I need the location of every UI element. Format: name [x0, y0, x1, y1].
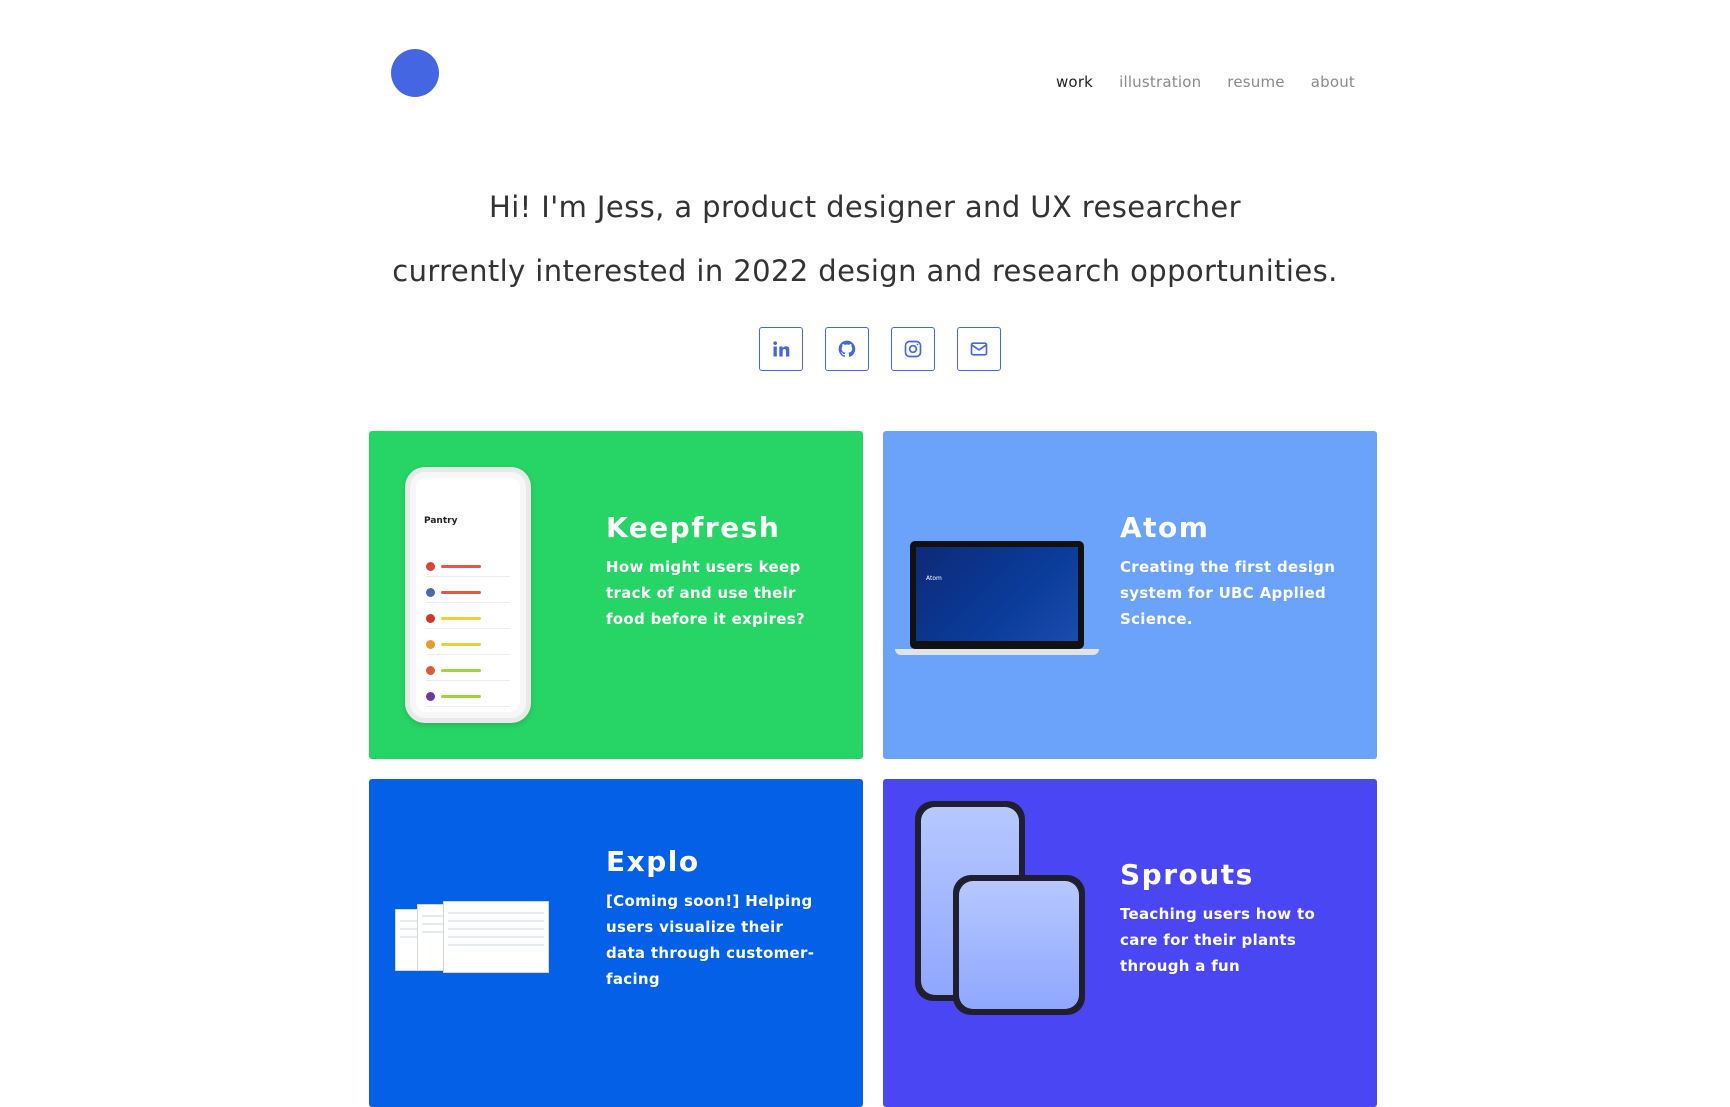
project-card-atom[interactable]: Atom Atom Creating the first design syst… [883, 431, 1377, 759]
explo-sheet-mockup [443, 901, 549, 973]
hero-line-2: currently interested in 2022 design and … [392, 254, 1338, 288]
email-button[interactable] [957, 327, 1001, 371]
pantry-row [426, 608, 510, 629]
atom-screen-title: Atom [926, 575, 942, 582]
project-description: [Coming soon!] Helping users visualize t… [606, 892, 815, 988]
project-title: Atom [1120, 511, 1210, 544]
project-title: Sprouts [1120, 858, 1254, 891]
pantry-row [426, 634, 510, 655]
project-card-keepfresh[interactable]: Pantry Keepfresh How might users keep tr… [369, 431, 863, 759]
linkedin-button[interactable] [759, 327, 803, 371]
pantry-row [426, 660, 510, 681]
instagram-button[interactable] [891, 327, 935, 371]
project-title: Explo [606, 845, 700, 878]
mail-icon [970, 342, 988, 356]
top-nav: work illustration resume about [1056, 73, 1355, 91]
nav-work[interactable]: work [1056, 73, 1093, 91]
github-icon [838, 340, 856, 357]
pantry-row [426, 686, 510, 707]
nav-about[interactable]: about [1311, 73, 1355, 91]
project-card-explo[interactable]: Explo [Coming soon!] Helping users visua… [369, 779, 863, 1107]
keepfresh-phone-mockup: Pantry [405, 467, 531, 723]
pantry-row [426, 556, 510, 577]
project-description: How might users keep track of and use th… [606, 558, 805, 628]
hero-line-1: Hi! I'm Jess, a product designer and UX … [489, 190, 1241, 224]
project-card-sprouts[interactable]: Sprouts Teaching users how to care for t… [883, 779, 1377, 1107]
pantry-row [426, 582, 510, 603]
linkedin-icon [773, 341, 790, 357]
github-button[interactable] [825, 327, 869, 371]
logo[interactable] [391, 49, 439, 97]
project-title: Keepfresh [606, 511, 781, 544]
hero-intro: Hi! I'm Jess, a product designer and UX … [0, 175, 1730, 303]
project-description: Teaching users how to care for their pla… [1120, 905, 1316, 975]
sprouts-phone-mockup [953, 875, 1085, 1015]
pantry-header: Pantry [424, 516, 458, 526]
atom-laptop-mockup: Atom [895, 541, 1099, 659]
nav-resume[interactable]: resume [1227, 73, 1284, 91]
nav-illustration[interactable]: illustration [1119, 73, 1201, 91]
project-description: Creating the first design system for UBC… [1120, 558, 1336, 628]
instagram-icon [904, 340, 922, 358]
social-links [759, 327, 1001, 371]
